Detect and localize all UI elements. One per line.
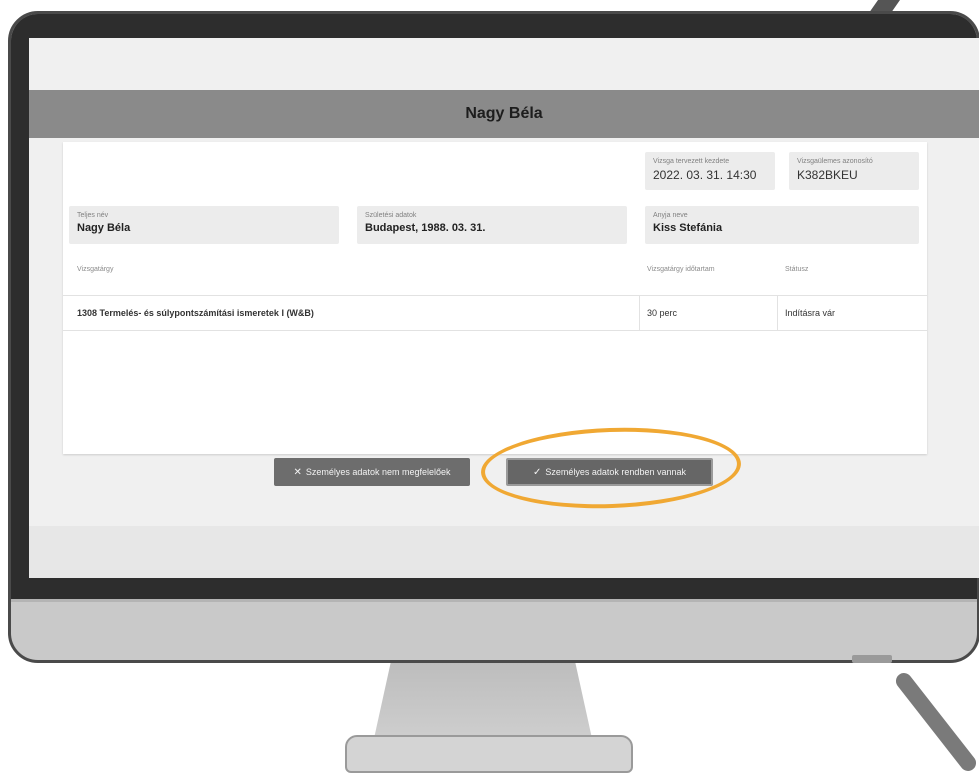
birth-data-value: Budapest, 1988. 03. 31. <box>365 222 486 234</box>
row-duration: 30 perc <box>647 308 678 318</box>
full-name-field: Teljes név Nagy Béla <box>69 206 339 244</box>
row-subject: 1308 Termelés- és súlypontszámítási isme… <box>77 308 314 318</box>
session-id-value: K382BKEU <box>797 168 858 182</box>
bottom-strip <box>29 526 979 578</box>
birth-data-field: Születési adatok Budapest, 1988. 03. 31. <box>357 206 627 244</box>
table-row[interactable]: 1308 Termelés- és súlypontszámítási isme… <box>63 295 927 331</box>
page-title: Nagy Béla <box>465 105 543 122</box>
column-divider <box>639 296 640 330</box>
table-header-duration: Vizsgatárgy időtartam <box>647 266 715 273</box>
row-status: Indításra vár <box>785 308 836 318</box>
monitor-chin-line <box>11 599 977 602</box>
mother-name-field: Anyja neve Kiss Stefánia <box>645 206 919 244</box>
exam-details-panel: Vizsga tervezett kezdete 2022. 03. 31. 1… <box>63 142 927 454</box>
full-name-value: Nagy Béla <box>77 222 131 234</box>
screen: Nagy Béla Vizsga tervezett kezdete 2022.… <box>29 38 979 578</box>
table-header-subject: Vizsgatárgy <box>77 266 114 273</box>
monitor-cable <box>892 669 979 775</box>
reject-personal-data-label: Személyes adatok nem megfelelőek <box>305 467 451 477</box>
reject-personal-data-button[interactable]: ✕ Személyes adatok nem megfelelőek <box>274 458 470 486</box>
mother-name-label: Anyja neve <box>653 212 688 219</box>
close-icon: ✕ <box>293 466 302 478</box>
birth-data-label: Születési adatok <box>365 212 417 219</box>
full-name-label: Teljes név <box>77 212 109 219</box>
column-divider <box>777 296 778 330</box>
session-id-field: Vizsgaülemes azonosító K382BKEU <box>789 152 919 190</box>
table-header-status: Státusz <box>785 266 809 273</box>
planned-start-value: 2022. 03. 31. 14:30 <box>653 168 757 182</box>
title-bar: Nagy Béla <box>29 90 979 138</box>
planned-start-label: Vizsga tervezett kezdete <box>653 158 730 165</box>
session-id-label: Vizsgaülemes azonosító <box>797 158 873 165</box>
planned-start-field: Vizsga tervezett kezdete 2022. 03. 31. 1… <box>645 152 775 190</box>
mother-name-value: Kiss Stefánia <box>653 222 723 234</box>
monitor-port <box>852 655 892 663</box>
monitor-stand-base <box>345 735 633 773</box>
monitor-stand-neck <box>373 663 593 743</box>
